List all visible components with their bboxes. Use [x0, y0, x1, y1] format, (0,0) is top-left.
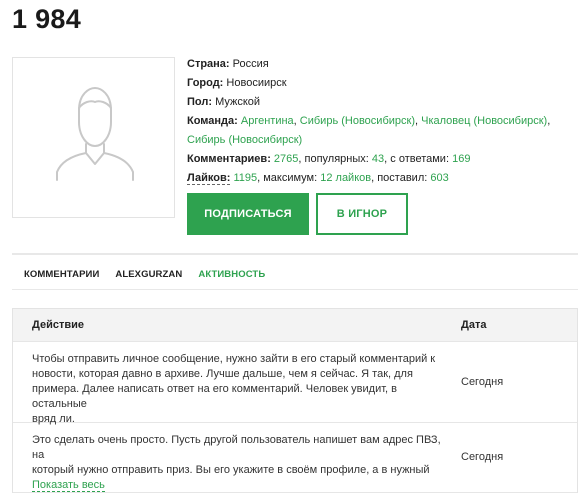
table-header: Действие Дата: [13, 309, 577, 342]
team-link[interactable]: Сибирь (Новосибирск): [187, 134, 302, 146]
divider: [12, 253, 578, 255]
tab-alexgurzan[interactable]: ALEXGURZAN: [115, 269, 182, 280]
action-text-line: новости, которая давно в архиве. Лучше д…: [32, 368, 413, 380]
city-value: Новосиирск: [226, 77, 287, 89]
country-label: Страна:: [187, 58, 230, 70]
action-text-line: Это сделать очень просто. Пусть другой п…: [32, 434, 441, 461]
action-text-line: который нужно отправить приз. Вы его ука…: [32, 464, 430, 476]
ignore-button[interactable]: В ИГНОР: [316, 193, 408, 235]
action-cell: Это сделать очень просто. Пусть другой п…: [13, 423, 461, 492]
team-label: Команда:: [187, 115, 238, 127]
table-row: Это сделать очень просто. Пусть другой п…: [13, 423, 577, 493]
team-link[interactable]: Сибирь (Новосибирск): [300, 115, 415, 127]
comments-count-link[interactable]: 2765: [274, 153, 298, 165]
answers-count-link[interactable]: 169: [452, 153, 470, 165]
gender-row: Пол: Мужской: [187, 93, 567, 112]
team-link[interactable]: Чкаловец (Новосибирск): [421, 115, 547, 127]
profile-tabs: КОММЕНТАРИИ ALEXGURZAN АКТИВНОСТЬ: [12, 262, 578, 286]
column-header-action: Действие: [32, 319, 84, 331]
answers-label: , с ответами:: [384, 153, 450, 165]
column-header-date: Дата: [461, 319, 487, 331]
city-label: Город:: [187, 77, 224, 89]
tab-activity[interactable]: АКТИВНОСТЬ: [198, 269, 265, 280]
comments-row: Комментариев: 2765, популярных: 43, с от…: [187, 150, 567, 169]
given-count-link[interactable]: 603: [430, 172, 448, 184]
given-label: , поставил:: [371, 172, 428, 184]
user-silhouette-icon: [56, 87, 134, 181]
activity-table: Действие Дата Чтобы отправить личное соо…: [12, 308, 578, 493]
gender-value: Мужской: [215, 96, 261, 108]
page-title: 1 984: [12, 4, 82, 34]
date-cell: Сегодня: [461, 451, 504, 463]
table-row: Чтобы отправить личное сообщение, нужно …: [13, 342, 577, 425]
popular-label: , популярных:: [298, 153, 369, 165]
team-row: Команда: Аргентина, Сибирь (Новосибирск)…: [187, 115, 551, 146]
likes-row: Лайков: 1195, максимум: 12 лайков, поста…: [187, 169, 567, 188]
likes-count-link[interactable]: 1195: [233, 172, 257, 184]
country-row: Страна: Россия: [187, 55, 567, 74]
divider: [12, 289, 578, 290]
date-cell: Сегодня: [461, 375, 504, 388]
likes-label[interactable]: Лайков:: [187, 172, 231, 185]
gender-label: Пол:: [187, 96, 213, 108]
tab-comments[interactable]: КОММЕНТАРИИ: [24, 269, 99, 280]
action-text-line: примера. Далее написать ответ на его ком…: [32, 383, 398, 410]
avatar: [12, 57, 175, 218]
max-likes-link[interactable]: 12 лайков: [320, 172, 371, 184]
max-label: , максимум:: [257, 172, 318, 184]
show-all-link[interactable]: Показать весь: [32, 479, 105, 492]
country-value: Россия: [232, 58, 269, 70]
city-row: Город: Новосиирск: [187, 74, 567, 93]
action-text-line: Чтобы отправить личное сообщение, нужно …: [32, 353, 436, 365]
profile-info: Страна: Россия Город: Новосиирск Пол: Му…: [187, 55, 567, 188]
team-link[interactable]: Аргентина: [241, 115, 294, 127]
subscribe-button[interactable]: ПОДПИСАТЬСЯ: [187, 193, 309, 235]
popular-count-link[interactable]: 43: [372, 153, 384, 165]
comments-label: Комментариев:: [187, 153, 271, 165]
action-cell: Чтобы отправить личное сообщение, нужно …: [13, 342, 461, 425]
